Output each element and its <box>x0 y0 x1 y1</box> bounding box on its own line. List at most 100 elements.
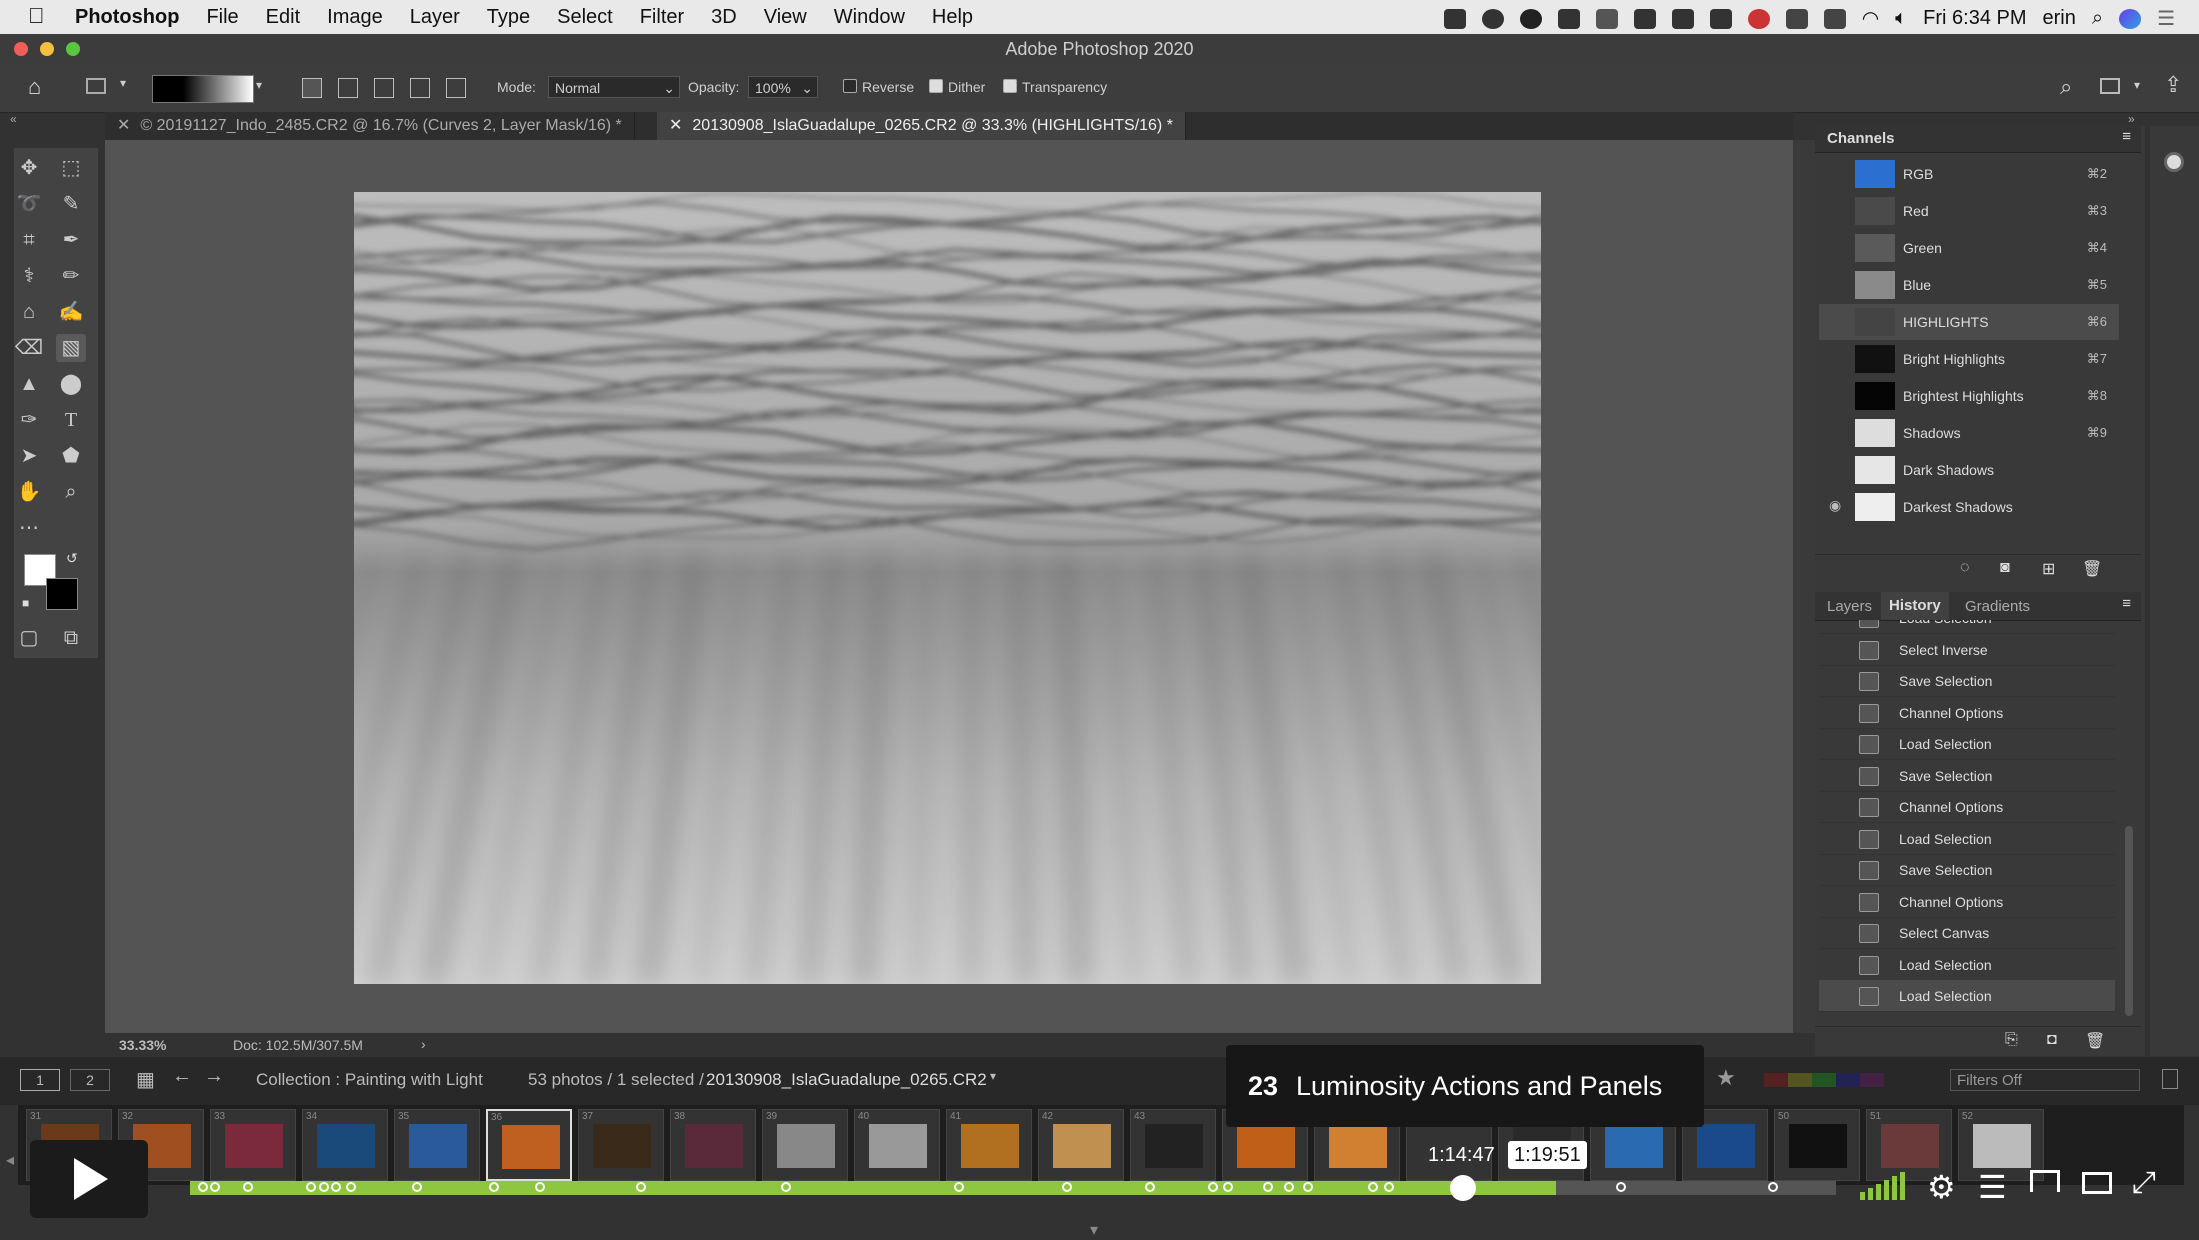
document-tab-active[interactable]: ✕ 20130908_IslaGuadalupe_0265.CR2 @ 33.3%… <box>657 112 1186 140</box>
crop-tool-icon[interactable]: ⌗ <box>14 226 44 254</box>
search-icon[interactable]: ⌕ <box>2060 74 2072 100</box>
reverse-checkbox[interactable]: Reverse <box>843 79 914 95</box>
menu-filter[interactable]: Filter <box>640 6 684 29</box>
channel-row[interactable]: RGB ⌘2 <box>1819 156 2119 192</box>
filmstrip-thumbnail[interactable]: 38 <box>670 1109 756 1181</box>
history-state[interactable]: Load Selection <box>1819 728 2115 760</box>
tool-preset-picker[interactable] <box>86 78 106 94</box>
move-tool-icon[interactable]: ✥ <box>14 154 44 182</box>
filters-select[interactable]: Filters Off <box>1950 1069 2140 1091</box>
history-state[interactable]: Select Canvas <box>1819 917 2115 949</box>
chapter-marker[interactable] <box>331 1182 341 1192</box>
filmstrip-thumbnail[interactable]: 42 <box>1038 1109 1124 1181</box>
history-state[interactable]: Channel Options <box>1819 886 2115 918</box>
filmstrip-thumbnail[interactable]: 50 <box>1774 1109 1860 1181</box>
chapter-marker[interactable] <box>210 1182 220 1192</box>
screen-mode-icon[interactable]: ⧉ <box>56 624 86 652</box>
healing-brush-tool-icon[interactable]: ⚕ <box>14 262 44 290</box>
radial-gradient-button[interactable] <box>338 78 358 98</box>
chapter-marker[interactable] <box>1223 1182 1233 1192</box>
filmstrip-thumbnail[interactable]: 36 <box>486 1109 572 1181</box>
history-state[interactable]: Load Selection <box>1819 980 2115 1012</box>
menu-select[interactable]: Select <box>557 6 613 29</box>
settings-gear-icon[interactable]: ⚙ <box>1927 1168 1956 1206</box>
star-filter-icon[interactable]: ★ <box>1716 1065 1736 1091</box>
brush-tool-icon[interactable]: ✏ <box>56 262 86 290</box>
volume-icon[interactable]: 🔈︎ <box>1895 7 1907 30</box>
more-tools-icon[interactable]: ⋯ <box>14 514 44 542</box>
linear-gradient-button[interactable] <box>302 78 322 98</box>
channel-row[interactable]: Red ⌘3 <box>1819 193 2119 229</box>
history-state[interactable]: Select Inverse <box>1819 634 2115 666</box>
zoom-tool-icon[interactable]: ⌕ <box>56 478 86 506</box>
menu-image[interactable]: Image <box>327 6 383 29</box>
document-tab[interactable]: ✕ © 20191127_Indo_2485.CR2 @ 16.7% (Curve… <box>105 112 635 140</box>
menu-file[interactable]: File <box>206 6 238 29</box>
new-document-from-state-icon[interactable]: ⎘ <box>2005 1031 2018 1049</box>
dock-collapse-icon[interactable]: » <box>2128 112 2135 126</box>
menu-view[interactable]: View <box>764 6 807 29</box>
siri-icon[interactable] <box>2119 8 2142 29</box>
reflected-gradient-button[interactable] <box>410 78 430 98</box>
channel-row[interactable]: Blue ⌘5 <box>1819 267 2119 303</box>
quick-mask-icon[interactable]: ▢ <box>14 624 44 652</box>
gradient-picker[interactable] <box>152 75 254 103</box>
menu-help[interactable]: Help <box>932 6 973 29</box>
picture-in-picture-icon[interactable] <box>2082 1172 2112 1194</box>
chapter-marker[interactable] <box>243 1182 253 1192</box>
dither-checkbox[interactable]: Dither <box>929 79 985 95</box>
menu-3d[interactable]: 3D <box>711 6 737 29</box>
channel-row[interactable]: Shadows ⌘9 <box>1819 415 2119 451</box>
pen-tool-icon[interactable]: ✑ <box>14 406 44 434</box>
share-icon[interactable]: ⇪ <box>2164 72 2182 98</box>
channel-row[interactable]: Dark Shadows <box>1819 452 2119 488</box>
close-icon[interactable]: ✕ <box>669 117 682 134</box>
filter-lock-icon[interactable] <box>2162 1069 2178 1089</box>
trash-icon[interactable]: 🗑︎ <box>2082 559 2102 579</box>
tab-gradients[interactable]: Gradients <box>1965 598 2030 615</box>
chapter-marker[interactable] <box>636 1182 646 1192</box>
history-state[interactable]: Save Selection <box>1819 760 2115 792</box>
back-arrow-icon[interactable]: ← <box>172 1065 192 1088</box>
play-button[interactable] <box>30 1140 148 1218</box>
chapter-marker[interactable] <box>1284 1182 1294 1192</box>
trash-icon[interactable]: 🗑︎ <box>2085 1031 2105 1051</box>
airplay-icon[interactable] <box>1785 8 1808 29</box>
properties-icon[interactable] <box>2164 152 2184 172</box>
page2-button[interactable]: 2 <box>70 1069 110 1091</box>
fullscreen-icon[interactable]: ⤢ <box>2132 1166 2156 1200</box>
status-icon[interactable] <box>1595 8 1618 29</box>
chapter-marker[interactable] <box>1616 1182 1626 1192</box>
forward-arrow-icon[interactable]: → <box>204 1065 224 1088</box>
history-state[interactable]: Load Selection <box>1819 949 2115 981</box>
mode-select[interactable]: Normal ⌄ <box>548 76 680 98</box>
menu-layer[interactable]: Layer <box>410 6 460 29</box>
channel-row[interactable]: Bright Highlights ⌘7 <box>1819 341 2119 377</box>
chapter-marker[interactable] <box>1263 1182 1273 1192</box>
camera-icon[interactable]: ◘ <box>2047 1031 2057 1049</box>
channel-row[interactable]: ◉ Darkest Shadows <box>1819 489 2119 525</box>
new-channel-icon[interactable]: ⊞ <box>2042 559 2055 579</box>
chevron-down-icon[interactable]: ▾ <box>256 78 262 92</box>
history-state[interactable]: Load Selection <box>1819 620 2115 634</box>
history-state[interactable]: Save Selection <box>1819 665 2115 697</box>
filmstrip-left-arrow-icon[interactable]: ◂ <box>6 1150 14 1170</box>
apple-menu-icon[interactable]:  <box>28 3 45 29</box>
eyedropper-tool-icon[interactable]: ✒ <box>56 226 86 254</box>
playhead[interactable] <box>1450 1175 1476 1201</box>
chapter-marker[interactable] <box>535 1182 545 1192</box>
chevron-down-icon[interactable]: ▾ <box>1090 1220 1098 1240</box>
doc-size[interactable]: Doc: 102.5M/307.5M <box>233 1037 363 1053</box>
swap-colors-icon[interactable]: ↺ <box>66 550 78 567</box>
chapter-marker[interactable] <box>1368 1182 1378 1192</box>
clone-stamp-tool-icon[interactable]: ⌂ <box>14 298 44 326</box>
blur-tool-icon[interactable]: ▲ <box>14 370 44 398</box>
chapter-marker[interactable] <box>1208 1182 1218 1192</box>
quick-selection-tool-icon[interactable]: ✎ <box>56 190 86 218</box>
shape-tool-icon[interactable]: ⬟ <box>56 442 86 470</box>
selected-filename[interactable]: 20130908_IslaGuadalupe_0265.CR2 <box>706 1070 987 1090</box>
menu-photoshop[interactable]: Photoshop <box>75 6 179 29</box>
close-icon[interactable]: ✕ <box>117 117 130 134</box>
chapter-marker[interactable] <box>1384 1182 1394 1192</box>
default-colors-icon[interactable]: ■ <box>22 596 29 610</box>
